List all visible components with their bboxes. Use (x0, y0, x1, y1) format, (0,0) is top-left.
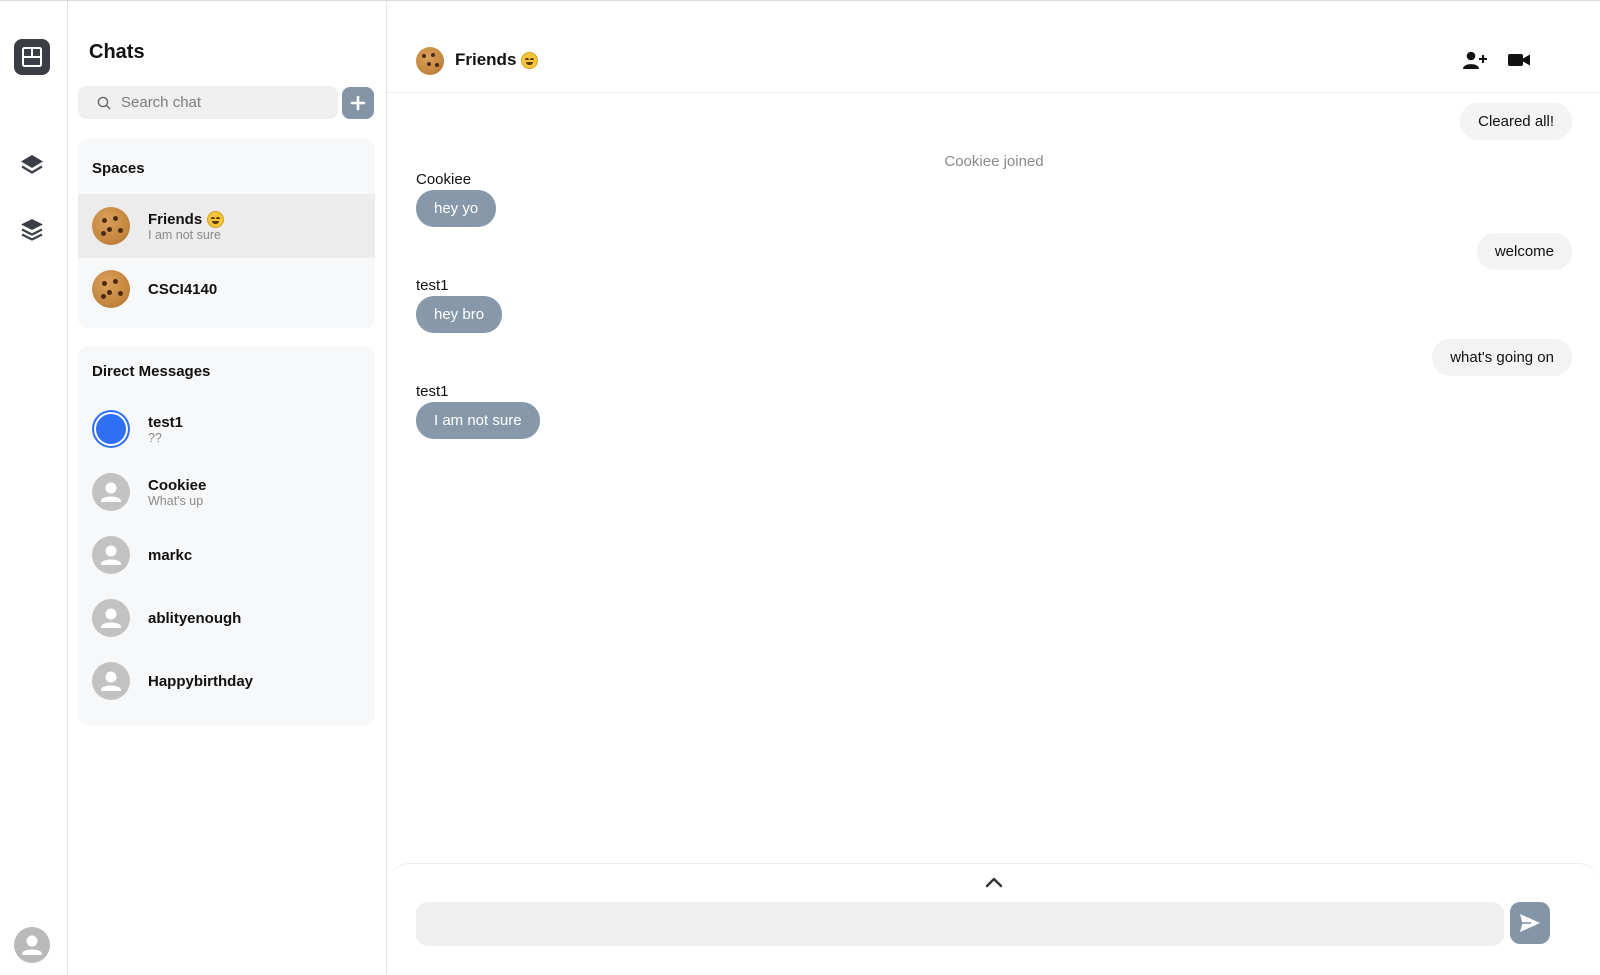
outgoing-message: welcome (1476, 233, 1572, 270)
message-composer (388, 863, 1600, 975)
spaces-heading: Spaces (92, 160, 145, 177)
chat-header: Friends (388, 1, 1600, 93)
add-user-icon (1463, 51, 1487, 69)
video-call-button[interactable] (1504, 47, 1534, 73)
message-sender: test1 (416, 383, 449, 400)
incoming-message: I am not sure (416, 402, 540, 439)
dm-item-name: markc (148, 546, 193, 564)
person-avatar-icon (92, 662, 130, 700)
dm-item-ablityenough[interactable]: ablityenough (78, 586, 375, 650)
message-sender: test1 (416, 277, 449, 294)
dm-item-name: ablityenough (148, 609, 242, 627)
grimace-emoji-icon (207, 210, 225, 228)
person-avatar-icon (92, 473, 130, 511)
cookie-avatar-icon (416, 47, 444, 75)
person-avatar-icon (92, 536, 130, 574)
space-item-name: CSCI4140 (148, 280, 218, 298)
search-box (78, 86, 338, 119)
spaces-panel: Spaces Friends I am not sure CSCI4140 (78, 139, 375, 328)
direct-messages-panel: Direct Messages test1 ?? Cookiee What's … (78, 346, 375, 725)
cookie-avatar-icon (92, 207, 130, 245)
send-button[interactable] (1510, 902, 1550, 944)
message-sender: Cookiee (416, 171, 472, 188)
dm-item-name: test1 (148, 413, 184, 431)
chat-sidebar: Chats Spaces Friends I am not sure CSCI4… (68, 1, 387, 975)
nav-rail (0, 1, 68, 975)
outgoing-message: what's going on (1432, 339, 1572, 376)
user-avatar-icon[interactable] (14, 927, 50, 963)
dm-item-cookiee[interactable]: Cookiee What's up (78, 460, 375, 524)
video-camera-icon (1508, 54, 1530, 66)
space-item-name: Friends (148, 210, 203, 228)
stack-icon[interactable] (18, 216, 46, 244)
chevron-up-icon (985, 877, 1003, 888)
dm-item-happybirthday[interactable]: Happybirthday (78, 649, 375, 713)
dm-item-name: Cookiee (148, 476, 207, 494)
add-member-button[interactable] (1460, 47, 1490, 73)
dm-item-test1[interactable]: test1 ?? (78, 397, 375, 461)
person-avatar-icon (92, 599, 130, 637)
message-list: Cleared all! Cookiee joined Cookiee hey … (388, 93, 1600, 861)
dm-item-markc[interactable]: markc (78, 523, 375, 587)
grimace-emoji-icon (521, 51, 539, 69)
incoming-message: hey yo (416, 190, 497, 227)
system-message: Cookiee joined (944, 153, 1044, 170)
search-input[interactable] (121, 94, 321, 111)
message-input[interactable] (416, 902, 1504, 946)
space-item-csci4140[interactable]: CSCI4140 (78, 257, 375, 321)
dm-item-subtitle: ?? (148, 430, 162, 445)
expand-composer-button[interactable] (982, 872, 1006, 892)
chat-main: Friends Cleared all! Cookiee joined Cook… (388, 1, 1600, 975)
dm-item-name: Happybirthday (148, 672, 254, 690)
direct-messages-heading: Direct Messages (92, 363, 211, 380)
avatar (92, 410, 130, 448)
cookie-avatar-icon (92, 270, 130, 308)
send-icon (1520, 914, 1540, 932)
layers-icon[interactable] (18, 151, 46, 179)
app-logo-icon[interactable] (14, 39, 50, 75)
search-icon (97, 96, 111, 109)
dm-item-subtitle: What's up (148, 493, 204, 508)
space-item-subtitle: I am not sure (148, 227, 221, 242)
sidebar-title: Chats (89, 41, 145, 63)
space-item-friends[interactable]: Friends I am not sure (78, 194, 375, 258)
outgoing-message: Cleared all! (1460, 103, 1572, 140)
add-chat-button[interactable] (342, 87, 374, 119)
incoming-message: hey bro (416, 296, 503, 333)
chat-title: Friends (455, 50, 517, 69)
plus-icon (350, 95, 366, 111)
